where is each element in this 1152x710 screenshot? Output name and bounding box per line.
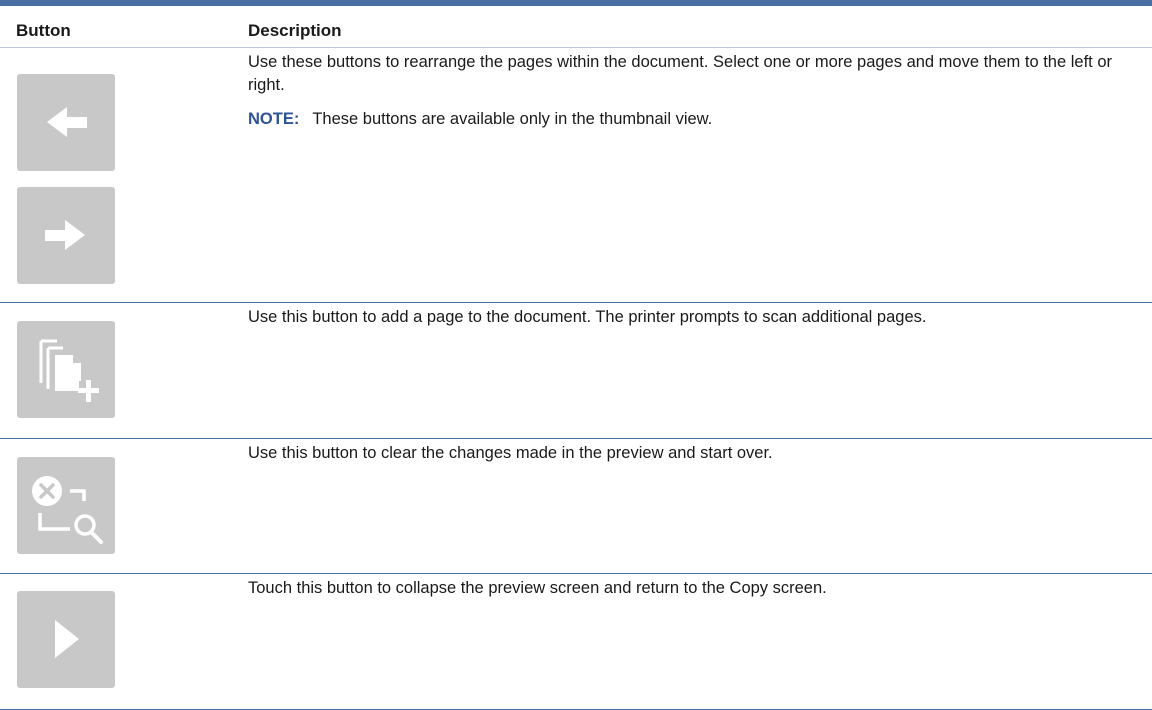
table-row-add-page: Use this button to add a page to the doc… [0, 303, 1152, 439]
row-description: Touch this button to collapse the previe… [248, 579, 827, 597]
collapse-play-icon [55, 620, 79, 658]
reset-preview-button[interactable] [17, 457, 115, 554]
table-row-move-pages: Use these buttons to rearrange the pages… [0, 48, 1152, 303]
arrow-left-icon [47, 107, 87, 137]
add-page-icon [39, 339, 99, 402]
collapse-preview-button[interactable] [17, 591, 115, 688]
row-description: Use this button to clear the changes mad… [248, 444, 773, 462]
note: NOTE: These buttons are available only in… [248, 108, 712, 131]
move-right-button[interactable] [17, 187, 115, 284]
arrow-right-icon [45, 220, 85, 250]
table-header: Button Description [0, 6, 1152, 48]
add-page-button[interactable] [17, 321, 115, 418]
button-description-table: Button Description Use these buttons to … [0, 0, 1152, 710]
move-left-button[interactable] [17, 74, 115, 171]
row-description: Use these buttons to rearrange the pages… [248, 53, 1113, 94]
table-row-reset: Use this button to clear the changes mad… [0, 439, 1152, 574]
note-label: NOTE: [248, 110, 300, 128]
table-row-collapse: Touch this button to collapse the previe… [0, 574, 1152, 710]
header-button-column: Button [16, 21, 71, 40]
header-description-column: Description [248, 21, 342, 40]
reset-preview-icon [32, 476, 103, 544]
note-text: These buttons are available only in the … [312, 110, 713, 128]
row-description: Use this button to add a page to the doc… [248, 308, 927, 326]
